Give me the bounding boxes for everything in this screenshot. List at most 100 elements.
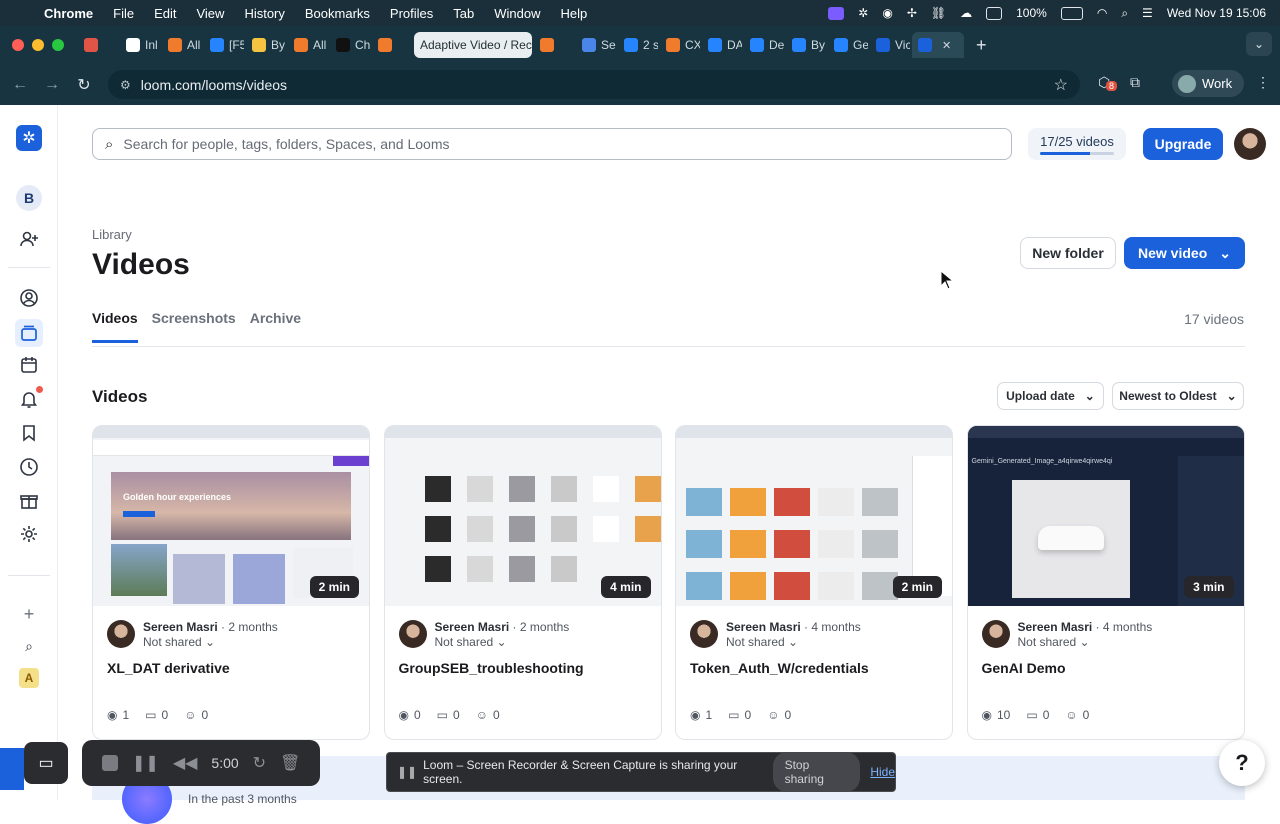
camera-toggle-icon[interactable]: ▭ [24, 742, 68, 784]
control-center-icon[interactable]: ☰ [1142, 6, 1153, 20]
invite-user-icon[interactable] [17, 227, 41, 251]
upgrade-button[interactable]: Upgrade [1143, 128, 1223, 160]
video-thumbnail[interactable]: Gemini_Generated_Image_a4qirwe4qirwe4qi 3… [967, 426, 1244, 606]
library-icon[interactable] [15, 319, 43, 347]
browser-tab[interactable]: All [288, 32, 328, 58]
workspace-a-badge[interactable]: A [19, 668, 39, 688]
sort-field-dropdown[interactable]: Upload date ⌄ [997, 382, 1104, 410]
search-spaces-icon[interactable]: ⌕ [17, 634, 41, 658]
tab-videos[interactable]: Videos [92, 310, 138, 343]
stop-sharing-button[interactable]: Stop sharing [772, 752, 861, 792]
menu-help[interactable]: Help [561, 6, 588, 21]
help-button[interactable]: ? [1219, 740, 1265, 786]
new-folder-button[interactable]: New folder [1020, 237, 1116, 269]
browser-tab[interactable]: By [786, 32, 826, 58]
menu-window[interactable]: Window [494, 6, 540, 21]
wifi-icon[interactable]: ◠ [1097, 6, 1107, 20]
menu-view[interactable]: View [196, 6, 224, 21]
browser-tab[interactable]: Ge [828, 32, 868, 58]
browser-tab[interactable]: Adaptive Video / Rec [414, 32, 532, 58]
back-button[interactable]: ← [4, 76, 36, 94]
link-icon[interactable]: ⛓ [931, 6, 946, 20]
menu-bookmarks[interactable]: Bookmarks [305, 6, 370, 21]
loom-logo-icon[interactable]: ✲ [16, 125, 42, 151]
bookmark-star-icon[interactable]: ☆ [1054, 75, 1068, 95]
chrome-menu-icon[interactable]: ⋮ [1256, 74, 1270, 91]
delete-icon[interactable]: 🗑 [280, 753, 300, 773]
video-quota-indicator[interactable]: 17/25 videos [1028, 128, 1126, 160]
tab-screenshots[interactable]: Screenshots [152, 310, 236, 343]
workspace-switcher[interactable]: B [16, 185, 42, 211]
browser-tab[interactable]: ✕ [912, 32, 964, 58]
address-bar[interactable]: ⚙ loom.com/looms/videos ☆ [108, 70, 1080, 99]
search-bar[interactable]: ⌕ Search for people, tags, folders, Spac… [92, 128, 1012, 160]
hide-sharing-link[interactable]: Hide [870, 765, 895, 779]
browser-tab[interactable]: All [162, 32, 202, 58]
browser-tab[interactable]: CX [660, 32, 700, 58]
breadcrumb[interactable]: Library [92, 227, 132, 242]
video-thumbnail[interactable]: 2 min [676, 426, 952, 606]
meetings-calendar-icon[interactable] [17, 353, 41, 377]
settings-gear-icon[interactable] [17, 522, 41, 546]
video-card[interactable]: Gemini_Generated_Image_a4qirwe4qirwe4qi 3… [966, 425, 1245, 740]
tab-search-button[interactable]: ⌄ [1246, 32, 1272, 56]
sort-order-dropdown[interactable]: Newest to Oldest ⌄ [1112, 382, 1244, 410]
notifications-bell-icon[interactable] [17, 386, 43, 411]
cloud-icon[interactable]: ☁ [960, 6, 972, 20]
new-tab-button[interactable]: + [976, 35, 987, 56]
browser-tab[interactable] [78, 32, 118, 58]
bookmark-icon[interactable] [17, 421, 41, 445]
loom-status-icon[interactable]: ✲ [858, 6, 868, 20]
video-title[interactable]: XL_DAT derivative [107, 660, 230, 676]
browser-tab[interactable]: 2 s [618, 32, 658, 58]
video-thumbnail[interactable]: 4 min [384, 426, 661, 606]
forward-button[interactable]: → [36, 76, 68, 94]
close-window-button[interactable] [12, 39, 24, 51]
pinwheel-icon[interactable]: ✢ [907, 6, 917, 20]
browser-tab[interactable]: De [744, 32, 784, 58]
gift-icon[interactable] [17, 489, 41, 513]
video-card[interactable]: 2 min Sereen Masri · 4 months Not shared ⌄… [675, 425, 953, 740]
browser-tab[interactable]: [F5 [204, 32, 244, 58]
browser-tab[interactable]: Vic [870, 32, 910, 58]
browser-tab[interactable] [372, 32, 412, 58]
browser-tab[interactable]: Se [576, 32, 616, 58]
menu-app-name[interactable]: Chrome [44, 6, 93, 21]
profile-button[interactable]: Work [1172, 70, 1245, 97]
sharing-dropdown[interactable]: Not shared ⌄ [1018, 635, 1090, 649]
keyboard-icon[interactable] [986, 6, 1003, 20]
watch-later-clock-icon[interactable] [17, 455, 41, 479]
browser-tab[interactable]: DA [702, 32, 742, 58]
url-text[interactable]: loom.com/looms/videos [141, 77, 287, 93]
browser-tab[interactable] [534, 32, 574, 58]
tab-archive[interactable]: Archive [250, 310, 301, 343]
rewind-icon[interactable]: ◀◀ [173, 753, 198, 773]
reload-button[interactable]: ↻ [68, 75, 100, 95]
menu-file[interactable]: File [113, 6, 134, 21]
minimize-window-button[interactable] [32, 39, 44, 51]
chrome-status-icon[interactable]: ◉ [882, 6, 892, 20]
video-card[interactable]: 4 min Sereen Masri · 2 months Not shared ⌄… [383, 425, 662, 740]
menu-profiles[interactable]: Profiles [390, 6, 433, 21]
close-tab-icon[interactable]: ✕ [942, 39, 951, 52]
zoom-window-button[interactable] [52, 39, 64, 51]
add-space-icon[interactable]: + [17, 602, 41, 626]
new-video-button[interactable]: New video ⌄ [1124, 237, 1245, 269]
site-info-icon[interactable]: ⚙ [120, 78, 131, 92]
video-title[interactable]: GroupSEB_troubleshooting [399, 660, 584, 676]
pause-icon[interactable]: ❚❚ [132, 753, 159, 773]
sharing-dropdown[interactable]: Not shared ⌄ [435, 635, 507, 649]
sharing-dropdown[interactable]: Not shared ⌄ [143, 635, 215, 649]
extension-icon[interactable]: ⬡ 8 [1098, 74, 1118, 91]
browser-tab[interactable]: Ch [330, 32, 370, 58]
video-title[interactable]: GenAI Demo [982, 660, 1066, 676]
video-card[interactable]: Golden hour experiences 2 min Sereen Masri… [92, 425, 370, 740]
video-title[interactable]: Token_Auth_W/credentials [690, 660, 869, 676]
screen-share-icon[interactable] [828, 6, 845, 20]
stop-recording-button[interactable] [102, 755, 118, 771]
battery-icon[interactable] [1060, 6, 1083, 20]
sharing-dropdown[interactable]: Not shared ⌄ [726, 635, 798, 649]
user-avatar[interactable] [1234, 128, 1266, 160]
browser-tab[interactable]: Inl [120, 32, 160, 58]
menu-edit[interactable]: Edit [154, 6, 176, 21]
